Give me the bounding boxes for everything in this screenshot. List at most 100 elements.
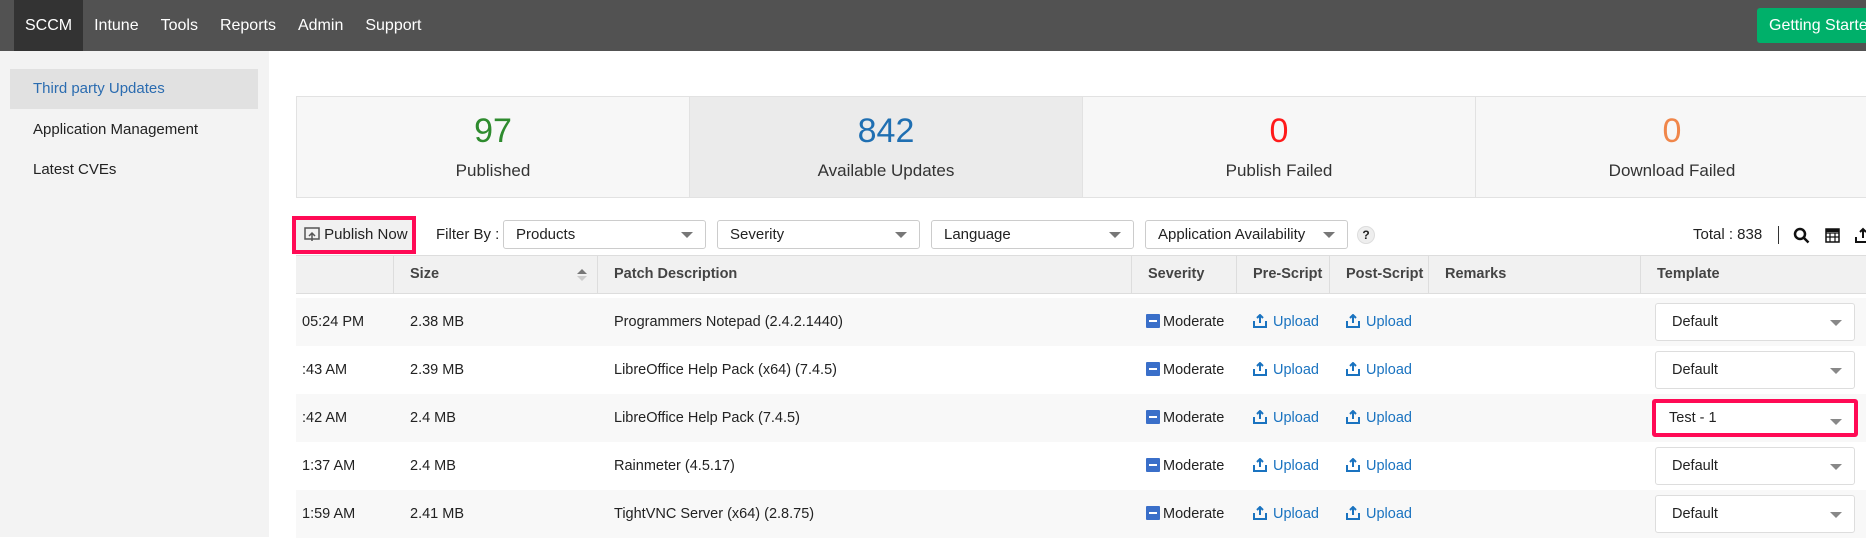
getting-started-button[interactable]: Getting Started <box>1757 8 1866 43</box>
stat-publish-failed[interactable]: 0 Publish Failed <box>1083 97 1476 197</box>
pre-script-upload-link[interactable]: Upload <box>1237 490 1330 538</box>
cell-severity: Moderate <box>1132 490 1237 538</box>
post-script-upload-link[interactable]: Upload <box>1330 346 1429 394</box>
stat-download-failed[interactable]: 0 Download Failed <box>1476 97 1866 197</box>
cell-remarks <box>1429 442 1641 490</box>
table-row: 1:37 AM 2.4 MB Rainmeter (4.5.17) Modera… <box>296 442 1866 490</box>
col-header-severity[interactable]: Severity <box>1132 256 1237 293</box>
col-header-time[interactable] <box>296 256 394 293</box>
col-header-remarks[interactable]: Remarks <box>1429 256 1641 293</box>
cell-size: 2.38 MB <box>410 314 464 330</box>
nav-tools[interactable]: Tools <box>150 0 209 51</box>
export-icon[interactable] <box>1855 227 1866 243</box>
nav-sccm[interactable]: SCCM <box>14 0 84 51</box>
stat-label: Download Failed <box>1608 161 1736 180</box>
col-header-pre-script[interactable]: Pre-Script <box>1237 256 1330 293</box>
chevron-down-icon <box>1323 232 1335 238</box>
template-select[interactable]: Default <box>1655 447 1855 485</box>
cell-patch-description: LibreOffice Help Pack (x64) (7.4.5) <box>614 362 837 378</box>
pre-script-upload-link[interactable]: Upload <box>1237 298 1330 346</box>
template-select[interactable]: Default <box>1655 303 1855 341</box>
severity-filter[interactable]: Severity <box>717 220 920 249</box>
cell-size: 2.4 MB <box>410 410 456 426</box>
template-value: Default <box>1672 458 1718 474</box>
moderate-severity-icon <box>1146 362 1160 376</box>
upload-label: Upload <box>1273 458 1319 474</box>
col-header-size[interactable]: Size <box>394 256 598 293</box>
publish-now-label: Publish Now <box>324 226 408 243</box>
post-script-upload-link[interactable]: Upload <box>1330 298 1429 346</box>
top-nav: SCCM Intune Tools Reports Admin Support <box>0 0 1866 51</box>
publish-now-button[interactable]: Publish Now <box>292 216 416 254</box>
sidebar-item-latest-cves[interactable]: Latest CVEs <box>10 150 258 190</box>
products-filter[interactable]: Products <box>503 220 706 249</box>
help-icon[interactable]: ? <box>1357 226 1375 244</box>
stat-published[interactable]: 97 Published <box>297 97 690 197</box>
nav-intune[interactable]: Intune <box>83 0 149 51</box>
post-script-upload-link[interactable]: Upload <box>1330 394 1429 442</box>
moderate-severity-icon <box>1146 410 1160 424</box>
chevron-down-icon <box>1830 464 1842 470</box>
table-header: Size Patch Description Severity Pre-Scri… <box>296 255 1866 294</box>
chevron-down-icon <box>1109 232 1121 238</box>
cell-time: 05:24 PM <box>302 314 365 330</box>
stat-value: 842 <box>857 112 915 150</box>
language-filter[interactable]: Language <box>931 220 1134 249</box>
cell-size: 2.4 MB <box>410 458 456 474</box>
cell-remarks <box>1429 346 1641 394</box>
upload-label: Upload <box>1273 410 1319 426</box>
chevron-down-icon <box>681 232 693 238</box>
cell-remarks <box>1429 490 1641 538</box>
pre-script-upload-link[interactable]: Upload <box>1237 346 1330 394</box>
pre-script-upload-link[interactable]: Upload <box>1237 394 1330 442</box>
template-select[interactable]: Default <box>1655 495 1855 533</box>
upload-label: Upload <box>1366 362 1412 378</box>
upload-label: Upload <box>1273 314 1319 330</box>
severity-label: Moderate <box>1163 410 1225 426</box>
moderate-severity-icon <box>1146 506 1160 520</box>
cell-severity: Moderate <box>1132 298 1237 346</box>
pre-script-upload-link[interactable]: Upload <box>1237 442 1330 490</box>
cell-severity: Moderate <box>1132 346 1237 394</box>
sidebar-item-third-party-updates[interactable]: Third party Updates <box>10 69 258 109</box>
stat-available-updates[interactable]: 842 Available Updates <box>690 97 1083 197</box>
total-count: Total : 838 <box>1693 226 1763 243</box>
severity-label: Moderate <box>1163 458 1225 474</box>
cell-time: :42 AM <box>302 410 348 426</box>
post-script-upload-link[interactable]: Upload <box>1330 442 1429 490</box>
application-availability-filter-value: Application Availability <box>1158 226 1306 243</box>
cell-patch-description: Rainmeter (4.5.17) <box>614 458 735 474</box>
column-chooser-icon[interactable] <box>1825 228 1840 243</box>
upload-icon <box>1346 313 1360 328</box>
sidebar-item-application-management[interactable]: Application Management <box>10 110 258 150</box>
chevron-down-icon <box>1830 320 1842 326</box>
template-select[interactable]: Default <box>1655 351 1855 389</box>
nav-admin[interactable]: Admin <box>287 0 354 51</box>
col-header-template[interactable]: Template <box>1641 256 1866 293</box>
stats-panel: 97 Published 842 Available Updates 0 Publis… <box>296 96 1866 198</box>
template-value: Default <box>1672 314 1718 330</box>
cell-patch-description: LibreOffice Help Pack (7.4.5) <box>614 410 800 426</box>
publish-icon <box>304 227 320 241</box>
post-script-upload-link[interactable]: Upload <box>1330 490 1429 538</box>
col-header-patch-description[interactable]: Patch Description <box>598 256 1132 293</box>
toolbar: Publish Now Filter By : Products Severit… <box>0 216 1866 254</box>
stat-value: 97 <box>474 112 512 150</box>
nav-support[interactable]: Support <box>354 0 432 51</box>
severity-label: Moderate <box>1163 362 1225 378</box>
cell-severity: Moderate <box>1132 442 1237 490</box>
template-select[interactable]: Test - 1 <box>1652 399 1858 437</box>
nav-reports[interactable]: Reports <box>209 0 287 51</box>
chevron-down-icon <box>895 232 907 238</box>
search-icon[interactable] <box>1793 227 1810 244</box>
application-availability-filter[interactable]: Application Availability <box>1145 220 1348 249</box>
chevron-down-icon <box>1830 419 1842 425</box>
col-header-post-script[interactable]: Post-Script <box>1330 256 1429 293</box>
table-row: :43 AM 2.39 MB LibreOffice Help Pack (x6… <box>296 346 1866 394</box>
sort-icon[interactable] <box>577 268 587 282</box>
upload-icon <box>1346 505 1360 520</box>
template-value: Default <box>1672 506 1718 522</box>
cell-severity: Moderate <box>1132 394 1237 442</box>
cell-time: 1:59 AM <box>302 506 356 522</box>
cell-patch-description: TightVNC Server (x64) (2.8.75) <box>614 506 815 522</box>
